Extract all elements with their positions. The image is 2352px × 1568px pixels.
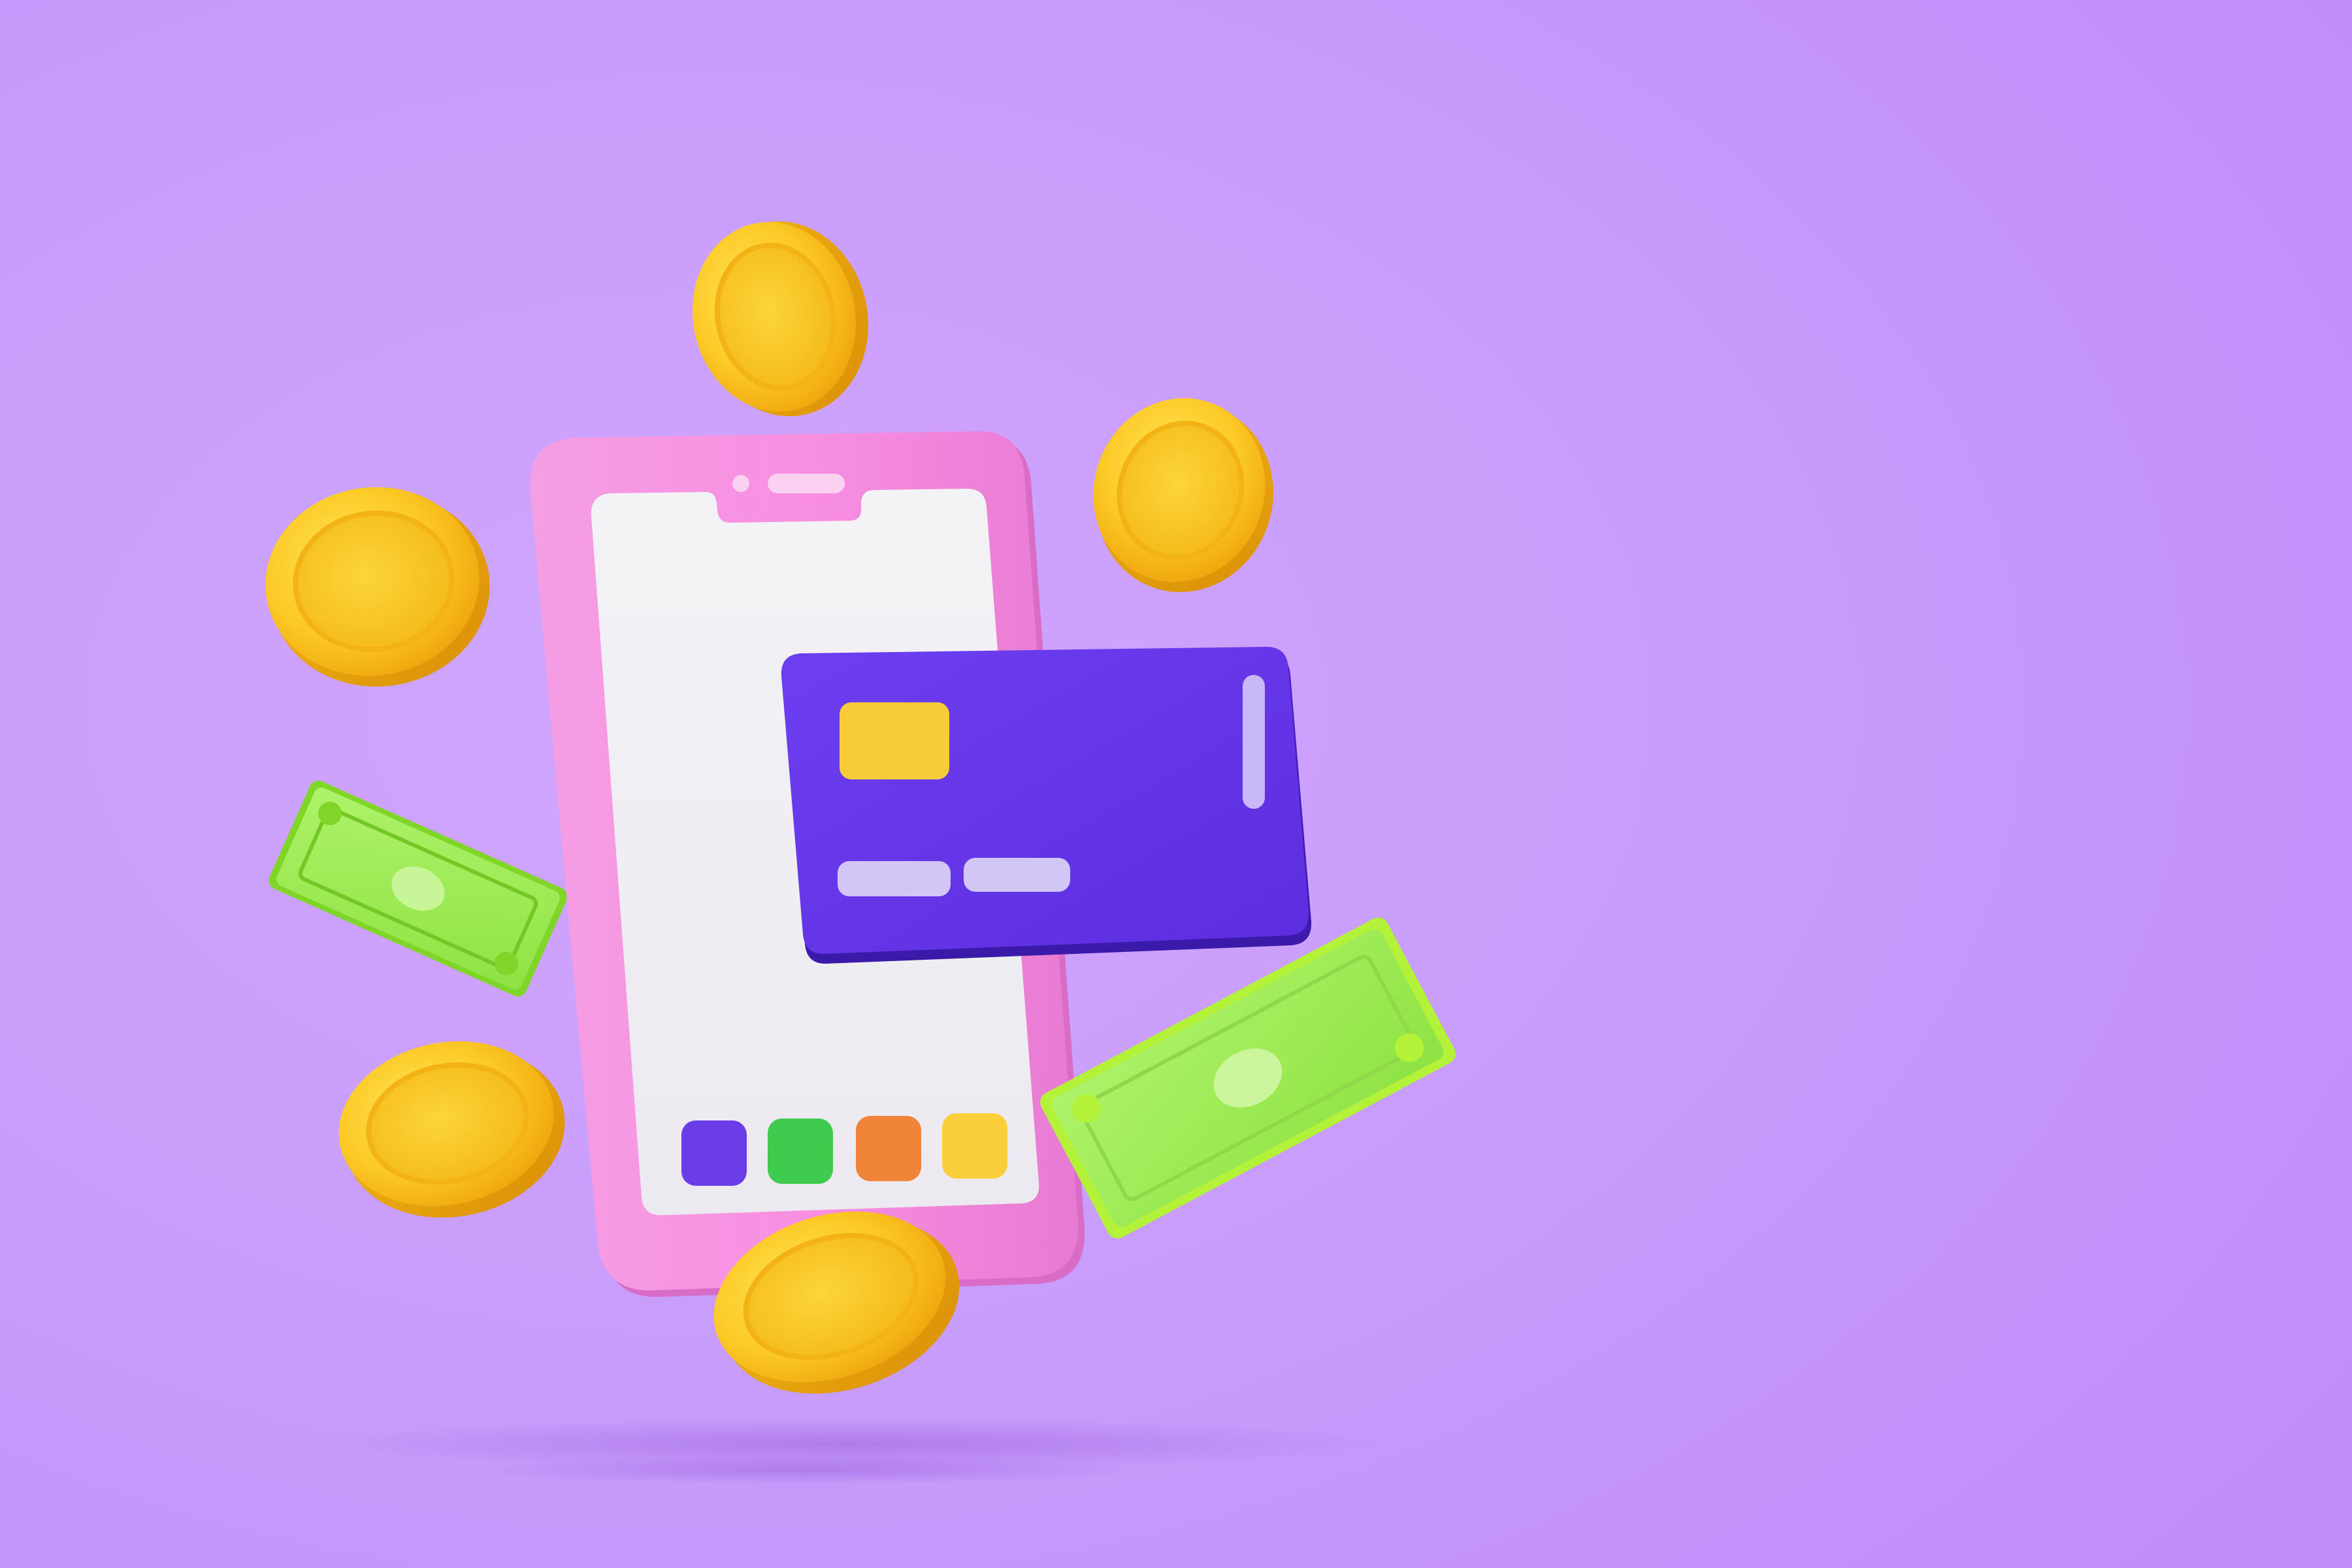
card-chip bbox=[840, 702, 949, 779]
credit-card-icon bbox=[781, 647, 1312, 964]
purple-app-icon[interactable] bbox=[681, 1120, 747, 1186]
card-number-block bbox=[964, 858, 1070, 892]
orange-app-icon[interactable] bbox=[856, 1116, 921, 1181]
illustration-scene bbox=[0, 0, 2352, 1568]
card-stripe bbox=[1243, 675, 1265, 809]
scene-canvas bbox=[0, 0, 2352, 1568]
yellow-app-icon[interactable] bbox=[942, 1113, 1007, 1179]
card-number-block bbox=[838, 861, 951, 896]
green-app-icon[interactable] bbox=[768, 1119, 833, 1184]
